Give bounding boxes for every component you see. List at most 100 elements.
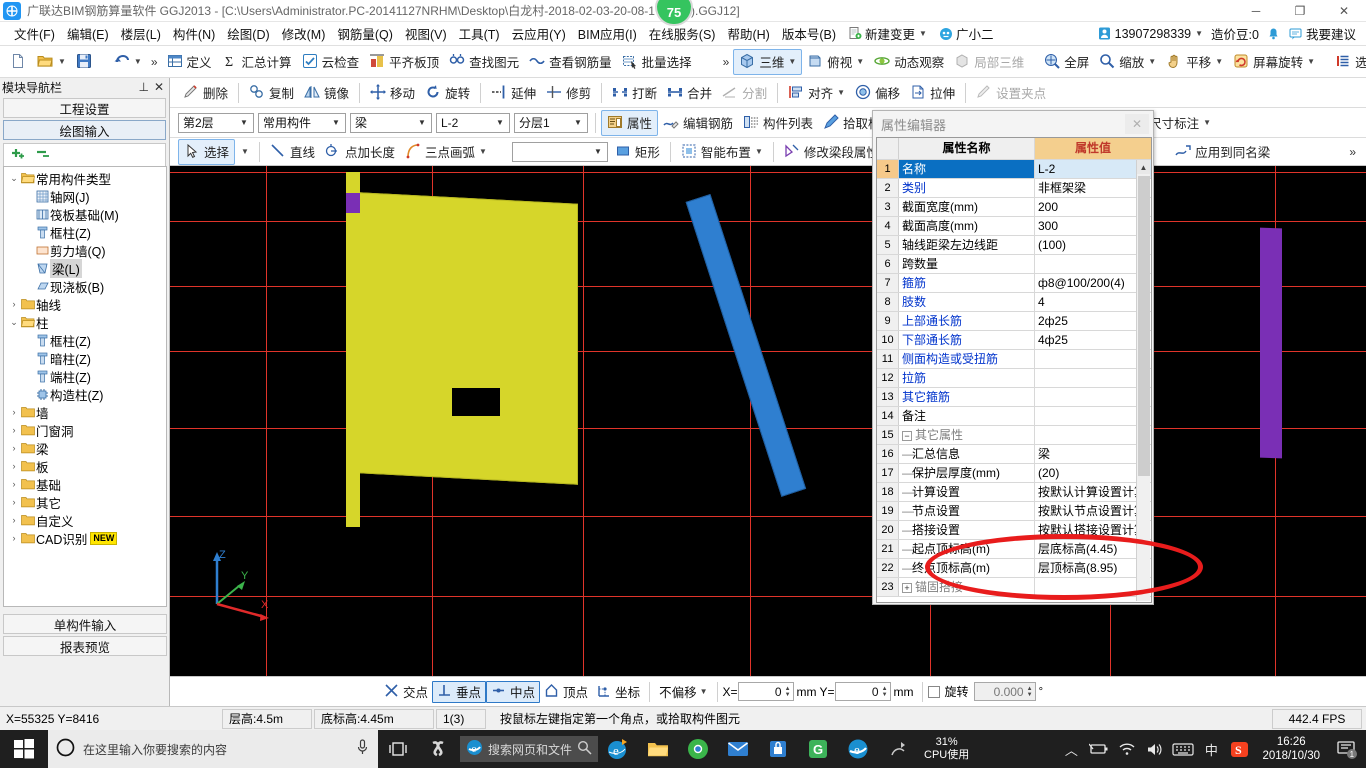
pan-button[interactable]: 平移 ▼ — [1161, 49, 1228, 75]
stretch-button[interactable]: 拉伸 — [905, 80, 960, 106]
twisty-icon[interactable]: › — [8, 461, 20, 471]
tree-item[interactable]: › 梁 — [4, 439, 166, 457]
property-row[interactable]: 22 —终点顶标高(m) 层顶标高(8.95) — [877, 559, 1151, 578]
chevron-down-icon[interactable]: ▼ — [571, 114, 585, 132]
3d-drawing-canvas[interactable]: Z Y X — [170, 166, 1366, 676]
tree-item[interactable]: › 轴线 — [4, 295, 166, 313]
twisty-icon[interactable]: › — [8, 497, 20, 507]
toolbar-overflow-button[interactable]: » — [147, 55, 162, 69]
yellow-beam-left-edge[interactable] — [346, 172, 360, 527]
property-row[interactable]: 16 —汇总信息梁 — [877, 445, 1151, 464]
group-expander-icon[interactable]: − — [902, 430, 912, 441]
chevron-down-icon[interactable]: ▼ — [479, 147, 487, 156]
property-row[interactable]: 1 名称 L-2 — [877, 160, 1151, 179]
edit-beam-segment-button[interactable]: 修改梁段属性 — [779, 139, 884, 165]
property-row-value[interactable]: 按默认计算设置计算 — [1035, 483, 1151, 501]
draw-input-button[interactable]: 绘图输入 — [3, 120, 166, 140]
snap-vertex-button[interactable]: 顶点 — [540, 681, 592, 703]
chevron-down-icon[interactable]: ▼ — [329, 114, 343, 132]
new-change-button[interactable]: 新建变更 ▼ — [842, 22, 933, 45]
pin-app-icon[interactable] — [878, 730, 918, 768]
menu-modify[interactable]: 修改(M) — [276, 22, 332, 45]
move-button[interactable]: 移动 — [365, 80, 420, 106]
undo-button[interactable]: ▼ — [108, 49, 147, 75]
edge-icon[interactable]: e — [838, 730, 878, 768]
property-button[interactable]: 属性 — [601, 109, 659, 136]
yellow-slab-element[interactable] — [359, 192, 578, 485]
menu-online-service[interactable]: 在线服务(S) — [643, 22, 722, 45]
ime-indicator[interactable]: 中 — [1198, 730, 1224, 768]
chevron-down-icon[interactable]: ▼ — [1203, 118, 1211, 127]
wifi-icon[interactable] — [1114, 730, 1140, 768]
property-row-value[interactable]: 4ф25 — [1035, 331, 1151, 349]
ie-search-box[interactable]: e 搜索网页和文件 — [460, 736, 599, 762]
tree-item[interactable]: 框柱(Z) — [4, 331, 166, 349]
tree-item[interactable]: › 墙 — [4, 403, 166, 421]
screen-rotate-button[interactable]: 屏幕旋转 ▼ — [1228, 49, 1320, 75]
delete-button[interactable]: 删除 — [178, 80, 233, 106]
property-row[interactable]: 3 截面宽度(mm) 200 — [877, 198, 1151, 217]
tree-item[interactable]: 轴网(J) — [4, 187, 166, 205]
property-row-value[interactable]: (20) — [1035, 464, 1151, 482]
toolbar-overflow-button-2[interactable]: » — [719, 55, 734, 69]
property-row[interactable]: 21 —起点顶标高(m) 层底标高(4.45) — [877, 540, 1151, 559]
property-row[interactable]: 9 上部通长筋 2ф25 — [877, 312, 1151, 331]
property-row-value[interactable] — [1035, 426, 1151, 444]
sogou-logo-icon[interactable] — [418, 730, 458, 768]
blue-beam-element[interactable] — [685, 193, 807, 497]
property-row-value[interactable]: 2ф25 — [1035, 312, 1151, 330]
property-row[interactable]: 17 —保护层厚度(mm) (20) — [877, 464, 1151, 483]
component-tree[interactable]: ⌄ 常用构件类型 轴网(J) 筏板基础(M) 框柱(Z) 剪力墙(Q) 梁(L) 现浇板(B)… — [3, 166, 167, 607]
expand-all-icon[interactable] — [10, 146, 27, 164]
merge-button[interactable]: 合并 — [662, 80, 717, 106]
menu-rebar[interactable]: 钢筋量(Q) — [331, 22, 399, 45]
category-select[interactable]: 常用构件 ▼ — [258, 112, 346, 133]
apply-same-name-button[interactable]: 应用到同名梁 — [1170, 139, 1275, 165]
dynamic-orbit-button[interactable]: 动态观察 — [869, 49, 949, 75]
property-row-value[interactable] — [1035, 255, 1151, 273]
twisty-icon[interactable]: ⌄ — [8, 317, 20, 328]
volume-icon[interactable] — [1142, 730, 1168, 768]
property-row-value[interactable]: L-2 — [1035, 160, 1151, 178]
chevron-down-icon[interactable]: ▼ — [856, 57, 864, 66]
property-row-value[interactable]: 200 — [1035, 198, 1151, 216]
cortana-search-box[interactable]: 在这里输入你要搜索的内容 — [48, 730, 378, 768]
fullscreen-button[interactable]: 全屏 — [1039, 49, 1094, 75]
twisty-icon[interactable]: › — [8, 407, 20, 417]
spinner-arrows-icon[interactable]: ▲ ▼ — [1027, 686, 1033, 698]
three-point-arc-button[interactable]: 三点画弧 ▼ — [400, 139, 492, 165]
tree-item[interactable]: 筏板基础(M) — [4, 205, 166, 223]
menu-component[interactable]: 构件(N) — [167, 22, 221, 45]
menu-floor[interactable]: 楼层(L) — [115, 22, 167, 45]
rotate-button[interactable]: 旋转 — [420, 80, 475, 106]
property-row[interactable]: 7 箍筋 ф8@100/200(4) — [877, 274, 1151, 293]
folder-icon[interactable] — [638, 730, 678, 768]
rotate-checkbox[interactable] — [927, 685, 940, 698]
tree-item[interactable]: 剪力墙(Q) — [4, 241, 166, 259]
group-expander-icon[interactable]: + — [902, 582, 912, 593]
tree-item[interactable]: › 基础 — [4, 475, 166, 493]
cloud-check-button[interactable]: 云检查 — [297, 49, 365, 75]
property-row[interactable]: 19 —节点设置 按默认节点设置计算 — [877, 502, 1151, 521]
property-row-value[interactable]: 梁 — [1035, 445, 1151, 463]
sum-calc-button[interactable]: Σ 汇总计算 — [217, 49, 297, 75]
property-row-value[interactable] — [1035, 407, 1151, 425]
collapse-all-icon[interactable] — [35, 146, 52, 164]
chevron-down-icon[interactable]: ▼ — [788, 57, 796, 66]
component-name-select[interactable]: L-2 ▼ — [436, 112, 510, 133]
purple-beam-right[interactable] — [1260, 227, 1282, 459]
property-row-value[interactable]: 层底标高(4.45) — [1035, 540, 1151, 558]
search-input[interactable]: 在这里输入你要搜索的内容 — [83, 741, 347, 758]
close-button[interactable]: ✕ — [1322, 0, 1366, 22]
batch-select-button[interactable]: 批量选择 — [617, 49, 697, 75]
copy-button[interactable]: 复制 — [244, 80, 299, 106]
property-row-value[interactable] — [1035, 369, 1151, 387]
property-row[interactable]: 10 下部通长筋 4ф25 — [877, 331, 1151, 350]
snap-coordinate-button[interactable]: 坐标 — [592, 681, 644, 703]
draw-toolbar-overflow[interactable]: » — [1345, 145, 1360, 159]
zoom-button[interactable]: 缩放 ▼ — [1094, 49, 1161, 75]
chevron-down-icon[interactable]: ▼ — [591, 143, 605, 161]
property-row-value[interactable]: (100) — [1035, 236, 1151, 254]
spinner-arrows-icon[interactable]: ▲ ▼ — [882, 686, 888, 698]
purple-beam-small[interactable] — [346, 193, 360, 213]
